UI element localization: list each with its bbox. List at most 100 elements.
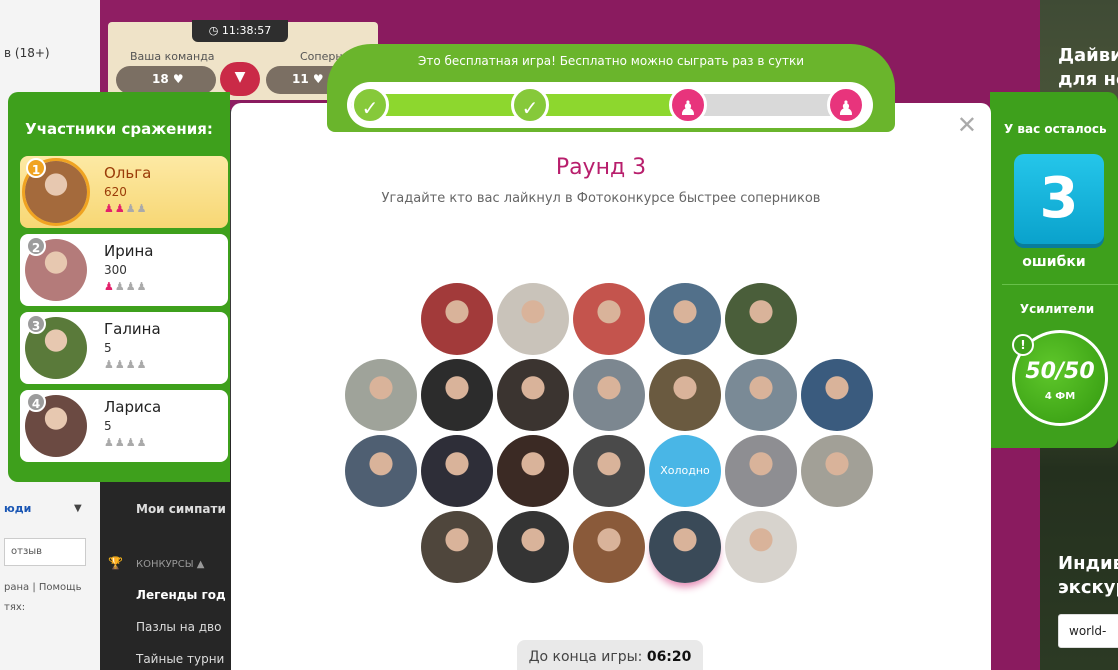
booster-value: 50/50 [1025,359,1095,384]
ad-bottom-text[interactable]: Индив экскур [1058,552,1118,600]
your-team-score: 18 ♥ [116,66,216,94]
people-link[interactable]: юди [4,502,31,515]
menu-contests[interactable]: КОНКУРСЫ ▲ [136,559,204,570]
clock-timer: ◷ 11:38:57 [192,20,288,42]
game-timer: До конца игры: 06:20 [517,640,703,670]
person-icon: ♟ [114,358,126,371]
ad-button[interactable]: world- [1058,614,1118,648]
photo-image [801,359,873,431]
participant-card[interactable]: 2 Ирина 300 ♟♟♟♟ [20,234,228,306]
participant-card[interactable]: 4 Лариса 5 ♟♟♟♟ [20,390,228,462]
participant-name: Лариса [104,398,162,416]
candidate-photo[interactable] [497,511,569,583]
candidate-photo[interactable] [421,511,493,583]
person-icon: ♟ [114,436,126,449]
info-icon[interactable]: ! [1012,334,1034,356]
photo-image [725,359,797,431]
review-input[interactable]: отзыв [4,538,86,566]
participant-name: Ирина [104,242,154,260]
candidate-photo[interactable] [421,359,493,431]
photo-image [573,283,645,355]
candidate-photo[interactable] [421,283,493,355]
photo-image [725,283,797,355]
errors-label: ошибки [1022,254,1086,270]
candidate-photo[interactable] [497,435,569,507]
candidate-photo[interactable] [573,435,645,507]
person-icon: ♟ [125,280,137,293]
participant-card[interactable]: 1 Ольга 620 ♟♟♟♟ [20,156,228,228]
photo-image [801,435,873,507]
candidate-photo[interactable] [497,359,569,431]
person-icon: ♟ [125,202,137,215]
game-modal: ✕ Раунд 3 Угадайте кто вас лайкнул в Фот… [231,103,991,670]
menu-item-puzzles[interactable]: Пазлы на дво [136,620,221,634]
round-subtitle: Угадайте кто вас лайкнул в Фотоконкурсе … [381,191,821,206]
photo-image [345,435,417,507]
heart-icon: ♥ [312,72,324,86]
round-title: Раунд 3 [555,155,647,180]
photo-image [497,511,569,583]
candidate-photo[interactable] [345,359,417,431]
age-filter[interactable]: в (18+) [4,46,50,60]
candidate-photo[interactable] [573,359,645,431]
candidate-photo[interactable] [345,435,417,507]
person-icon: ♟ [104,358,115,371]
heart-icon: ♥ [172,72,184,86]
photo-image [573,511,645,583]
candidate-photo[interactable] [725,435,797,507]
close-icon[interactable]: ✕ [957,111,977,139]
person-icon: ♟ [827,86,865,124]
candidate-photo[interactable] [497,283,569,355]
clock-time: 11:38:57 [221,24,272,37]
photo-image [649,511,721,583]
dislike-button[interactable]: ▼ [220,62,260,96]
footer-links[interactable]: рана | Помощь [4,582,81,593]
participant-name: Галина [104,320,161,338]
trophy-icon: 🏆 [108,556,123,570]
candidate-photo[interactable] [573,511,645,583]
candidate-photo[interactable] [725,511,797,583]
participant-score: 5 [104,341,112,355]
candidate-photo[interactable] [801,359,873,431]
candidate-photo[interactable] [725,283,797,355]
person-icon: ♟ [104,280,115,293]
participant-name: Ольга [104,164,152,182]
photo-image [421,435,493,507]
lives-title: У вас осталось [1004,122,1107,136]
participant-card[interactable]: 3 Галина 5 ♟♟♟♟ [20,312,228,384]
person-icon: ♟ [136,280,148,293]
menu-item-tournaments[interactable]: Тайные турни [136,652,224,666]
round-marks: ♟♟♟♟ [104,436,148,449]
candidate-photo[interactable] [725,359,797,431]
person-icon: ♟ [104,436,115,449]
photo-image [725,511,797,583]
chevron-down-icon[interactable]: ▼ [74,503,82,514]
candidate-photo[interactable] [649,359,721,431]
divider [1002,284,1118,285]
person-icon: ♟ [125,436,137,449]
photo-image [345,359,417,431]
candidate-photo[interactable] [649,511,721,583]
thumb-down-icon: ▼ [234,69,246,85]
candidate-photo[interactable] [649,283,721,355]
lives-panel: У вас осталось 3 ошибки Усилители 50/50 … [990,92,1118,448]
candidate-photo[interactable] [573,283,645,355]
timer-label: До конца игры: [528,649,647,665]
menu-item-legends[interactable]: Легенды год [136,588,226,602]
candidate-photo[interactable] [421,435,493,507]
menu-sympathy[interactable]: Мои симпати [136,502,226,516]
cold-hint-tile[interactable]: Холодно [649,435,721,507]
ad-top-text[interactable]: Дайви для не [1058,44,1118,92]
progress-track: ✓ ✓ ♟ ♟ [347,82,873,128]
rank-badge: 1 [26,158,46,178]
photo-image [497,435,569,507]
person-icon: ♟ [114,280,126,293]
booster-cost: 4 ФМ [1044,391,1076,402]
progress-caption: Это бесплатная игра! Бесплатно можно сыг… [418,54,804,68]
round-marks: ♟♟♟♟ [104,358,148,371]
photo-image [573,359,645,431]
candidate-photo[interactable] [801,435,873,507]
photo-image [649,359,721,431]
photo-image [725,435,797,507]
photo-image [573,435,645,507]
